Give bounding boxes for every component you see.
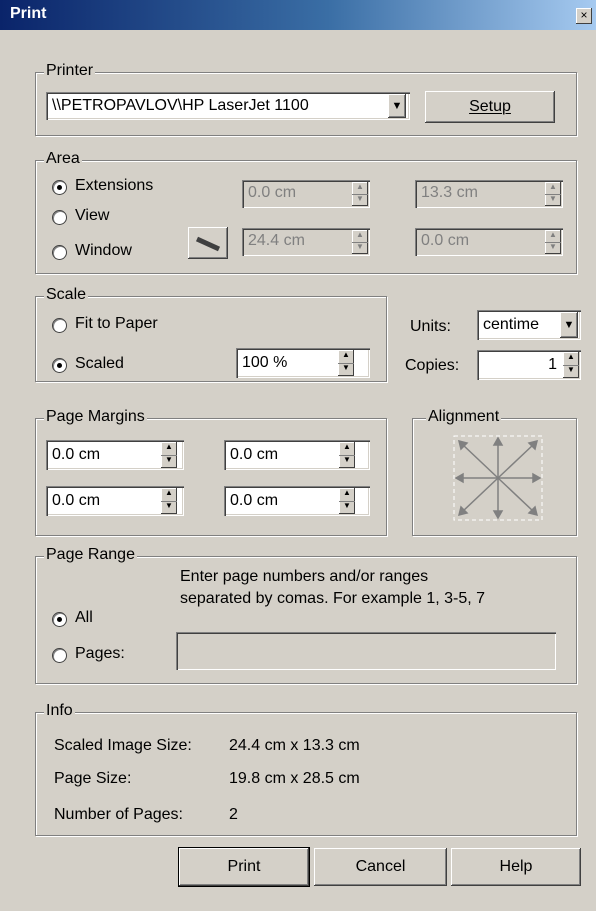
area-option-window-label: Window — [75, 242, 132, 259]
info-row-label: Number of Pages: — [54, 806, 183, 823]
printer-select-value: \\PETROPAVLOV\HP LaserJet 1100 — [52, 97, 309, 114]
area-field-2-value: 13.3 cm — [421, 184, 478, 201]
alignment-picker[interactable] — [450, 432, 546, 524]
window-select-button[interactable] — [188, 227, 228, 259]
area-field-3-spinner[interactable]: ▲ ▼ — [352, 230, 368, 254]
pages-input[interactable] — [176, 632, 556, 670]
area-field-2-spinner[interactable]: ▲ ▼ — [545, 182, 561, 206]
copies-value: 1 — [548, 356, 557, 373]
copies-spinner[interactable]: ▲ ▼ — [563, 352, 579, 378]
page-range-hint-line1: Enter page numbers and/or ranges — [180, 568, 429, 585]
area-field-3[interactable]: 24.4 cm — [242, 228, 370, 256]
setup-button-label: Setup — [469, 98, 511, 115]
help-button-label: Help — [499, 858, 533, 875]
printer-group-label: Printer — [44, 62, 96, 80]
margins-group — [35, 418, 387, 536]
alignment-group-label: Alignment — [426, 408, 502, 426]
copies-label: Copies: — [405, 357, 460, 374]
cancel-button-label: Cancel — [355, 858, 406, 875]
scale-radio-fit-to-paper[interactable] — [52, 318, 67, 333]
area-option-extensions-label: Extensions — [75, 177, 154, 194]
area-field-1-value: 0.0 cm — [248, 184, 297, 201]
printer-dropdown-arrow[interactable]: ▼ — [388, 94, 406, 118]
area-field-3-value: 24.4 cm — [248, 232, 305, 249]
area-field-2[interactable]: 13.3 cm — [415, 180, 563, 208]
scale-option-fit-label: Fit to Paper — [75, 315, 158, 332]
radio-selected-dot — [57, 363, 62, 368]
window-title: Print — [10, 5, 47, 22]
radio-selected-dot — [57, 185, 62, 190]
page-range-hint-line2: separated by comas. For example 1, 3-5, … — [180, 590, 486, 607]
area-radio-extensions[interactable] — [52, 180, 67, 195]
printer-select[interactable]: \\PETROPAVLOV\HP LaserJet 1100 — [46, 92, 410, 120]
area-field-4-value: 0.0 cm — [421, 232, 470, 249]
margin-left-value: 0.0 cm — [52, 492, 101, 509]
margin-bottom-value: 0.0 cm — [230, 492, 279, 509]
cancel-button[interactable]: Cancel — [314, 848, 447, 886]
scale-option-scaled-label: Scaled — [75, 355, 124, 372]
scale-percent-value: 100 % — [242, 354, 288, 371]
area-group-label: Area — [44, 150, 82, 168]
radio-selected-dot — [57, 617, 62, 622]
print-button-label: Print — [227, 858, 261, 875]
area-field-4[interactable]: 0.0 cm — [415, 228, 563, 256]
margin-left-spinner[interactable]: ▲ ▼ — [161, 488, 177, 514]
help-button[interactable]: Help — [451, 848, 581, 886]
info-row-value: 2 — [229, 806, 238, 823]
print-button[interactable]: Print — [178, 847, 310, 887]
margin-right-value: 0.0 cm — [230, 446, 279, 463]
info-row-label: Scaled Image Size: — [54, 737, 192, 754]
info-group-label: Info — [44, 702, 75, 720]
margin-top-value: 0.0 cm — [52, 446, 101, 463]
area-field-1-spinner[interactable]: ▲ ▼ — [352, 182, 368, 206]
area-option-view-label: View — [75, 207, 110, 224]
area-field-1[interactable]: 0.0 cm — [242, 180, 370, 208]
margin-top-spinner[interactable]: ▲ ▼ — [161, 442, 177, 468]
area-radio-view[interactable] — [52, 210, 67, 225]
info-row-label: Page Size: — [54, 770, 132, 787]
page-range-radio-pages[interactable] — [52, 648, 67, 663]
info-row-value: 19.8 cm x 28.5 cm — [229, 770, 360, 787]
setup-button[interactable]: Setup — [425, 91, 555, 123]
page-range-option-pages-label: Pages: — [75, 645, 125, 662]
page-range-option-all-label: All — [75, 609, 93, 626]
close-button[interactable]: × — [576, 8, 592, 24]
margins-group-label: Page Margins — [44, 408, 147, 426]
title-bar — [0, 0, 596, 30]
scale-radio-scaled[interactable] — [52, 358, 67, 373]
units-select-value: centime — [483, 316, 540, 333]
pick-window-icon — [195, 236, 221, 252]
page-range-group-label: Page Range — [44, 546, 137, 564]
margin-bottom-spinner[interactable]: ▲ ▼ — [339, 488, 355, 514]
scale-percent-spinner[interactable]: ▲ ▼ — [338, 350, 354, 376]
area-radio-window[interactable] — [52, 245, 67, 260]
margin-right-spinner[interactable]: ▲ ▼ — [339, 442, 355, 468]
units-dropdown-arrow[interactable]: ▼ — [560, 312, 578, 338]
page-range-radio-all[interactable] — [52, 612, 67, 627]
scale-group-label: Scale — [44, 286, 89, 304]
area-field-4-spinner[interactable]: ▲ ▼ — [545, 230, 561, 254]
units-label: Units: — [410, 318, 451, 335]
info-row-value: 24.4 cm x 13.3 cm — [229, 737, 360, 754]
